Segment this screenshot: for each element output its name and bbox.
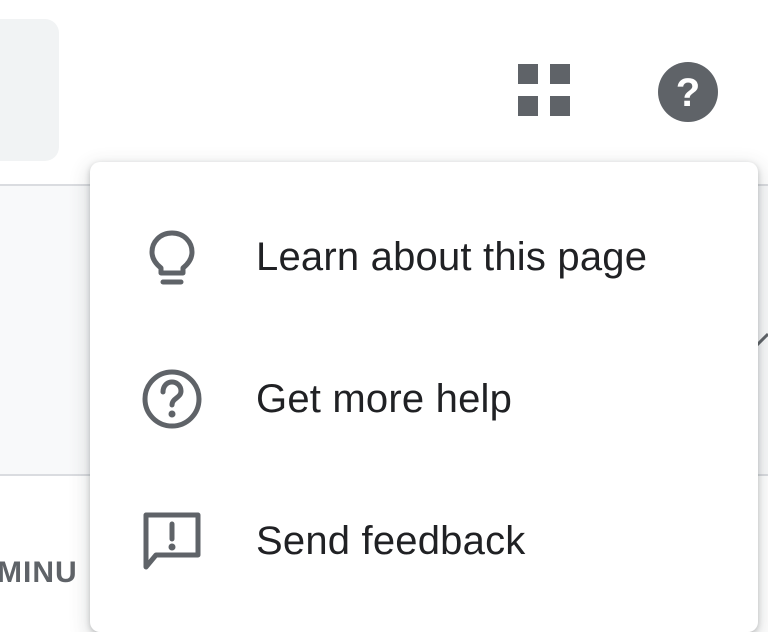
menu-item-label: Learn about this page (256, 234, 648, 279)
apps-grid-icon (518, 64, 570, 116)
menu-item-learn-about-page[interactable]: Learn about this page (90, 186, 758, 328)
menu-item-send-feedback[interactable]: Send feedback (90, 470, 758, 612)
search-box[interactable] (0, 19, 59, 161)
help-outline-icon (138, 365, 206, 433)
feedback-icon (138, 507, 206, 575)
menu-item-label: Get more help (256, 376, 513, 421)
apps-button[interactable] (508, 54, 580, 126)
partial-column-label: MINU (0, 556, 78, 589)
menu-item-get-more-help[interactable]: Get more help (90, 328, 758, 470)
help-glyph: ? (676, 71, 700, 115)
help-menu: Learn about this page Get more help Send… (90, 162, 758, 632)
top-app-bar: ? (0, 0, 768, 184)
lightbulb-icon (138, 223, 206, 291)
help-circle-icon: ? (658, 62, 718, 122)
menu-item-label: Send feedback (256, 518, 526, 563)
help-button[interactable]: ? (650, 54, 726, 130)
